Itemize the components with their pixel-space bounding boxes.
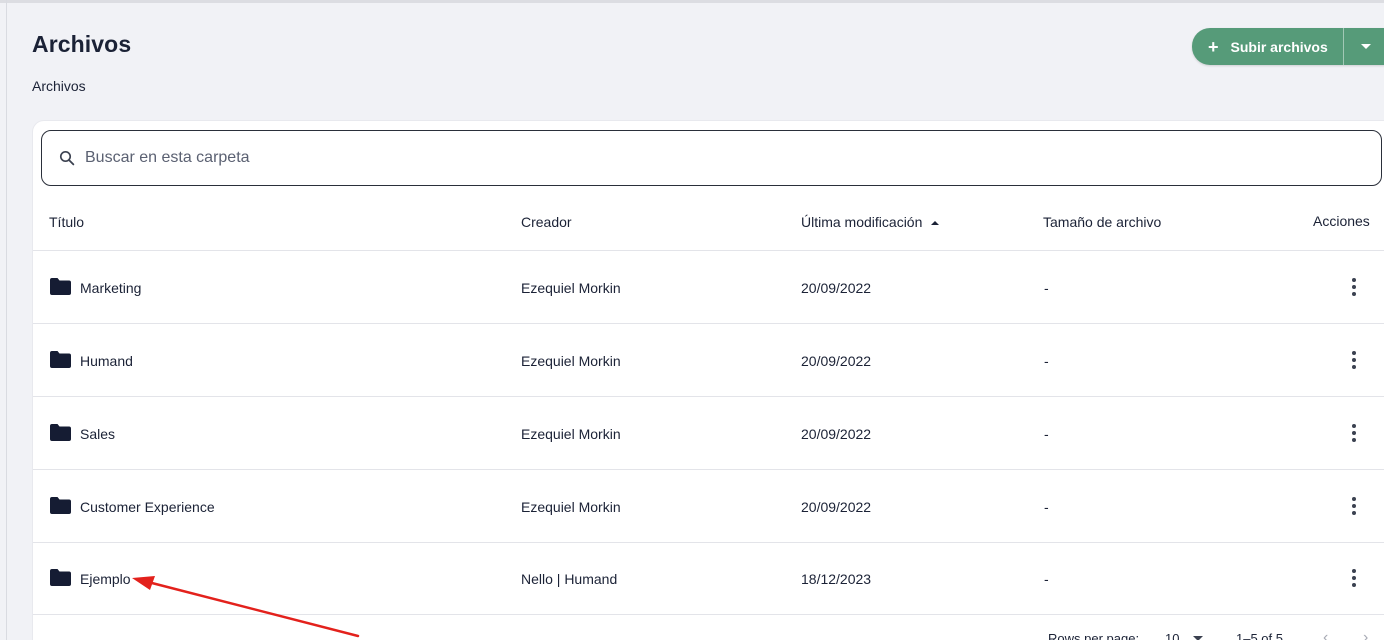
breadcrumb[interactable]: Archivos — [32, 78, 86, 94]
row-creator: Ezequiel Morkin — [521, 499, 621, 515]
upload-files-button[interactable]: + Subir archivos — [1192, 28, 1343, 65]
row-actions-button[interactable] — [1342, 563, 1366, 593]
folder-icon — [50, 569, 71, 586]
column-header-actions: Acciones — [1313, 213, 1370, 229]
folder-icon — [50, 424, 71, 441]
row-size: - — [1044, 353, 1049, 369]
kebab-dot — [1352, 504, 1356, 508]
files-card: Título Creador Última modificación Tamañ… — [32, 120, 1384, 640]
previous-page-icon[interactable]: ‹ — [1323, 629, 1328, 640]
kebab-dot — [1352, 278, 1356, 282]
row-title[interactable]: Humand — [80, 353, 133, 369]
kebab-dot — [1352, 365, 1356, 369]
kebab-dot — [1352, 358, 1356, 362]
kebab-dot — [1352, 285, 1356, 289]
folder-icon — [50, 278, 71, 295]
upload-options-dropdown-button[interactable] — [1344, 28, 1384, 65]
table-header: Título Creador Última modificación Tamañ… — [33, 193, 1384, 251]
caret-down-icon — [1361, 44, 1371, 49]
row-modified: 20/09/2022 — [801, 499, 872, 515]
sort-ascending-icon — [931, 221, 940, 225]
row-size: - — [1044, 426, 1049, 442]
kebab-dot — [1352, 351, 1356, 355]
rows-per-page-label: Rows per page: — [1048, 631, 1140, 640]
row-actions-button[interactable] — [1342, 491, 1366, 521]
column-header-creator[interactable]: Creador — [521, 214, 572, 230]
caret-down-icon — [1193, 636, 1204, 640]
column-header-modified-label: Última modificación — [801, 214, 923, 230]
kebab-dot — [1352, 431, 1356, 435]
rows-per-page-value: 10 — [1165, 631, 1180, 640]
upload-split-button: + Subir archivos — [1192, 28, 1384, 65]
row-modified: 20/09/2022 — [801, 280, 872, 296]
column-header-modified[interactable]: Última modificación — [801, 214, 940, 230]
kebab-dot — [1352, 583, 1356, 587]
left-border — [6, 0, 7, 640]
row-modified: 20/09/2022 — [801, 353, 872, 369]
kebab-dot — [1352, 438, 1356, 442]
search-box[interactable] — [41, 130, 1382, 186]
next-page-icon[interactable]: › — [1363, 629, 1368, 640]
table-row[interactable]: Marketing Ezequiel Morkin 20/09/2022 - — [33, 251, 1384, 324]
table-row[interactable]: Humand Ezequiel Morkin 20/09/2022 - — [33, 324, 1384, 397]
folder-icon — [50, 497, 71, 514]
kebab-dot — [1352, 292, 1356, 296]
kebab-dot — [1352, 576, 1356, 580]
row-title[interactable]: Customer Experience — [80, 499, 215, 515]
row-modified: 18/12/2023 — [801, 571, 872, 587]
row-creator: Nello | Humand — [521, 571, 618, 587]
row-title[interactable]: Marketing — [80, 280, 141, 296]
top-border — [0, 0, 1384, 3]
row-size: - — [1044, 571, 1049, 587]
row-title[interactable]: Sales — [80, 426, 115, 442]
upload-files-label: Subir archivos — [1230, 38, 1328, 55]
column-header-title[interactable]: Título — [49, 214, 84, 230]
folder-icon — [50, 351, 71, 368]
row-size: - — [1044, 499, 1049, 515]
row-size: - — [1044, 280, 1049, 296]
kebab-dot — [1352, 424, 1356, 428]
search-icon — [59, 150, 75, 166]
row-actions-button[interactable] — [1342, 272, 1366, 302]
row-creator: Ezequiel Morkin — [521, 280, 621, 296]
row-actions-button[interactable] — [1342, 418, 1366, 448]
column-header-size[interactable]: Tamaño de archivo — [1043, 214, 1161, 230]
row-creator: Ezequiel Morkin — [521, 353, 621, 369]
kebab-dot — [1352, 569, 1356, 573]
row-title[interactable]: Ejemplo — [80, 571, 131, 587]
table-row[interactable]: Customer Experience Ezequiel Morkin 20/0… — [33, 470, 1384, 543]
row-modified: 20/09/2022 — [801, 426, 872, 442]
row-creator: Ezequiel Morkin — [521, 426, 621, 442]
row-actions-button[interactable] — [1342, 345, 1366, 375]
plus-icon: + — [1208, 36, 1219, 57]
table-row[interactable]: Ejemplo Nello | Humand 18/12/2023 - — [33, 543, 1384, 615]
table-row[interactable]: Sales Ezequiel Morkin 20/09/2022 - — [33, 397, 1384, 470]
page-title: Archivos — [32, 31, 132, 57]
pagination-range: 1–5 of 5 — [1236, 631, 1283, 640]
rows-per-page-select[interactable]: 10 — [1165, 631, 1204, 640]
search-input[interactable] — [85, 149, 1285, 167]
kebab-dot — [1352, 497, 1356, 501]
kebab-dot — [1352, 511, 1356, 515]
